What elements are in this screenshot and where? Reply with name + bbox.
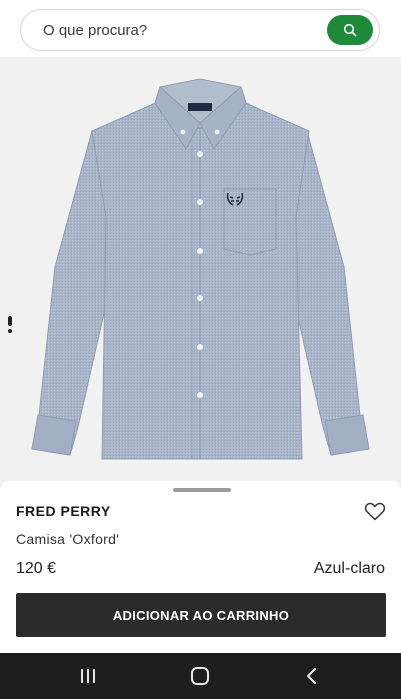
heart-outline-icon[interactable] <box>363 499 387 523</box>
product-brand: FRED PERRY <box>16 503 111 519</box>
add-to-cart-label: ADICIONAR AO CARRINHO <box>112 607 290 623</box>
system-navigation-bar <box>0 653 401 699</box>
product-name: Camisa 'Oxford' <box>16 531 120 547</box>
shirt-illustration <box>31 78 370 460</box>
more-options-icon[interactable] <box>6 316 14 334</box>
search-header <box>0 0 401 57</box>
search-button[interactable] <box>327 15 373 45</box>
search-icon <box>343 23 357 37</box>
home-icon[interactable] <box>188 666 212 686</box>
product-color: Azul-claro <box>313 560 385 577</box>
recent-apps-icon[interactable] <box>76 666 100 686</box>
product-price: 120 € <box>16 560 57 577</box>
product-image[interactable] <box>0 57 401 483</box>
add-to-cart-button[interactable]: ADICIONAR AO CARRINHO <box>16 593 386 637</box>
search-input[interactable] <box>43 18 313 42</box>
product-page: FRED PERRY Camisa 'Oxford' 120 € Azul-cl… <box>0 0 401 699</box>
back-icon[interactable] <box>300 666 324 686</box>
search-bar <box>20 9 380 51</box>
sheet-handle[interactable] <box>173 488 231 492</box>
product-info-sheet: FRED PERRY Camisa 'Oxford' 120 € Azul-cl… <box>0 481 401 653</box>
